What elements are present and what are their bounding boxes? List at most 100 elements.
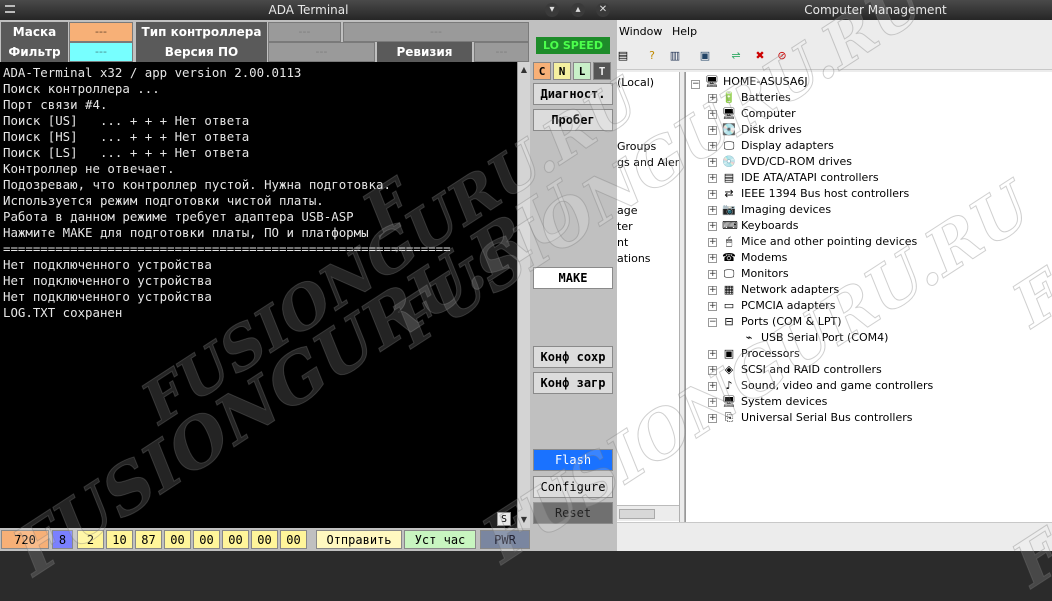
properties-icon[interactable]: ▣ [697,48,713,64]
reset-button[interactable]: Reset [533,502,613,524]
expand-icon[interactable]: + [708,222,717,231]
console-tree-hscroll[interactable] [617,505,679,521]
config-save-button[interactable]: Конф сохр [533,346,613,368]
device-category[interactable]: PCMCIA adapters [741,298,836,314]
expand-icon[interactable]: + [708,350,717,359]
device-tree[interactable]: − 🖥 HOME-ASUSA6J + 🔋 Batteries + 🖥 Computer + 💽… [685,72,1052,522]
device-category[interactable]: Keyboards [741,218,798,234]
menu-window[interactable]: Window [619,25,662,38]
n-toggle[interactable]: N [553,62,571,80]
maximize-icon[interactable]: ▴ [571,3,585,17]
mask-field[interactable]: --- [69,22,133,42]
terminal-output[interactable]: ADA-Terminal x32 / app version 2.00.0113… [0,62,517,528]
configure-button[interactable]: Configure [533,476,613,498]
device-category[interactable]: System devices [741,394,827,410]
tree-item[interactable]: ations [617,252,651,265]
expand-icon[interactable]: + [708,158,717,167]
tree-item[interactable]: gs and Alerts [617,156,679,169]
help-icon[interactable]: ? [644,48,660,64]
collapse-icon[interactable]: − [691,80,700,89]
device-category[interactable]: Imaging devices [741,202,831,218]
scroll-lock-badge[interactable]: S [497,512,511,526]
tree-item[interactable]: (Local) [617,76,654,89]
byte-field[interactable]: 00 [164,530,191,549]
flash-button[interactable]: Flash [533,449,613,471]
expand-icon[interactable]: + [708,302,717,311]
device-category[interactable]: Computer [741,106,796,122]
device-item[interactable]: USB Serial Port (COM4) [761,330,888,346]
device-category[interactable]: Ports (COM & LPT) [741,314,842,330]
byte-field[interactable]: 87 [135,530,162,549]
cm-titlebar[interactable]: Computer Management [617,0,1052,20]
expand-icon[interactable]: + [708,398,717,407]
controller-type-label: Тип контроллера [136,22,267,42]
expand-icon[interactable]: + [708,110,717,119]
expand-icon[interactable]: + [708,94,717,103]
byte-field[interactable]: 2 [77,530,104,549]
diagnostics-button[interactable]: Диагност. [533,83,613,105]
expand-icon[interactable]: + [708,366,717,375]
expand-icon[interactable]: + [708,286,717,295]
disk-drive-icon: 💽 [722,123,736,136]
expand-icon[interactable]: + [708,270,717,279]
l-toggle[interactable]: L [573,62,591,80]
device-category[interactable]: Processors [741,346,800,362]
scroll-up-icon[interactable]: ▲ [518,64,530,76]
byte-field[interactable]: 00 [251,530,278,549]
byte-field[interactable]: 00 [222,530,249,549]
terminal-scrollbar[interactable]: ▲ ▼ [517,62,530,528]
expand-icon[interactable]: + [708,174,717,183]
device-category[interactable]: Batteries [741,90,791,106]
scroll-down-icon[interactable]: ▼ [518,514,530,526]
console-tree[interactable]: (Local) Groups gs and Alerts age ter nt … [617,72,679,522]
device-category[interactable]: Modems [741,250,787,266]
device-category[interactable]: Display adapters [741,138,834,154]
scroll-thumb[interactable] [619,509,655,519]
tree-item[interactable]: Groups [617,140,656,153]
device-category[interactable]: SCSI and RAID controllers [741,362,882,378]
disable-icon[interactable]: ⊘ [774,48,790,64]
scan-hardware-icon[interactable]: ⇌ [728,48,744,64]
c-toggle[interactable]: C [533,62,551,80]
terminal-line: Работа в данном режиме требует адаптера … [3,209,354,224]
ada-titlebar[interactable]: ADA Terminal ▾ ▴ ✕ [0,0,617,20]
byte-field[interactable]: 00 [280,530,307,549]
mileage-button[interactable]: Пробег [533,109,613,131]
filter-field[interactable]: --- [69,42,133,62]
byte-field[interactable]: 00 [193,530,220,549]
expand-icon[interactable]: + [708,206,717,215]
device-category[interactable]: Sound, video and game controllers [741,378,933,394]
expand-icon[interactable]: + [708,190,717,199]
device-category[interactable]: Monitors [741,266,789,282]
config-load-button[interactable]: Конф загр [533,372,613,394]
expand-icon[interactable]: + [708,126,717,135]
close-icon[interactable]: ✕ [596,3,610,17]
device-category[interactable]: DVD/CD-ROM drives [741,154,852,170]
expand-icon[interactable]: + [708,238,717,247]
device-category[interactable]: Mice and other pointing devices [741,234,917,250]
expand-icon[interactable]: + [708,254,717,263]
collapse-icon[interactable]: − [708,318,717,327]
device-category[interactable]: IDE ATA/ATAPI controllers [741,170,879,186]
device-category[interactable]: Disk drives [741,122,802,138]
byte-field[interactable]: 10 [106,530,133,549]
tree-item[interactable]: ter [617,220,633,233]
send-button[interactable]: Отправить [316,530,402,549]
expand-icon[interactable]: + [708,382,717,391]
print-icon[interactable]: ▤ [615,48,631,64]
show-hide-icon[interactable]: ▥ [667,48,683,64]
expand-icon[interactable]: + [708,414,717,423]
device-category[interactable]: IEEE 1394 Bus host controllers [741,186,909,202]
menu-help[interactable]: Help [672,25,697,38]
tree-item[interactable]: nt [617,236,628,249]
device-category[interactable]: Universal Serial Bus controllers [741,410,912,426]
t-toggle[interactable]: T [593,62,611,80]
expand-icon[interactable]: + [708,142,717,151]
set-clock-button[interactable]: Уст час [404,530,476,549]
uninstall-icon[interactable]: ✖ [752,48,768,64]
tree-item[interactable]: age [617,204,638,217]
device-root[interactable]: HOME-ASUSA6J [723,74,808,90]
minimize-icon[interactable]: ▾ [545,3,559,17]
device-category[interactable]: Network adapters [741,282,839,298]
make-button[interactable]: MAKE [533,267,613,289]
